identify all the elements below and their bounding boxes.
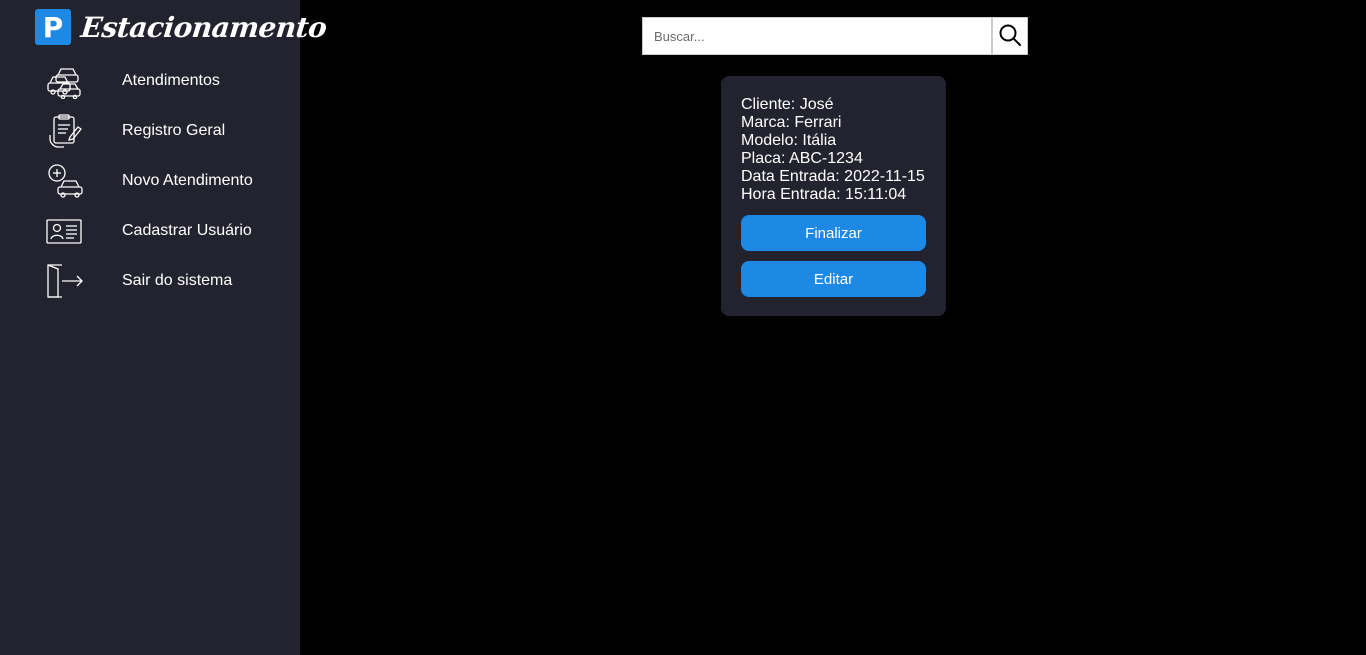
sidebar-item-label: Registro Geral: [122, 122, 226, 139]
search-input[interactable]: [642, 17, 992, 55]
sidebar-item-novo-atendimento[interactable]: Novo Atendimento: [0, 156, 300, 206]
search-bar: [642, 17, 1028, 55]
card-placa: Placa: ABC-1234: [741, 150, 863, 167]
id-card-icon: [44, 213, 84, 249]
sidebar-item-sair[interactable]: Sair do sistema: [0, 256, 300, 306]
card-data-entrada: Data Entrada: 2022-11-15: [741, 168, 925, 185]
sidebar-item-atendimentos[interactable]: Atendimentos: [0, 56, 300, 106]
sidebar-item-label: Cadastrar Usuário: [122, 222, 252, 239]
sidebar: P Estacionamento Atendimentos Registro G…: [0, 0, 328, 655]
exit-door-icon: [44, 263, 84, 299]
brand-name: Estacionamento: [79, 10, 329, 44]
card-hora-entrada: Hora Entrada: 15:11:04: [741, 186, 907, 203]
editar-button[interactable]: Editar: [741, 261, 926, 297]
sidebar-item-label: Atendimentos: [122, 72, 220, 89]
cars-icon: [44, 63, 84, 100]
sidebar-nav: Atendimentos Registro Geral Novo Atendim…: [0, 56, 300, 306]
finalizar-button[interactable]: Finalizar: [741, 215, 926, 251]
brand[interactable]: P Estacionamento: [35, 9, 329, 45]
card-cliente: Cliente: José: [741, 96, 834, 113]
sidebar-item-label: Sair do sistema: [122, 272, 233, 289]
card-modelo: Modelo: Itália: [741, 132, 837, 149]
parking-logo-icon: P: [35, 9, 71, 45]
sidebar-item-label: Novo Atendimento: [122, 172, 253, 189]
sidebar-item-cadastrar-usuario[interactable]: Cadastrar Usuário: [0, 206, 300, 256]
clipboard-edit-icon: [44, 113, 84, 149]
search-icon: [998, 23, 1022, 50]
card-marca: Marca: Ferrari: [741, 114, 842, 131]
atendimento-card: Cliente: José Marca: Ferrari Modelo: Itá…: [721, 76, 946, 316]
search-button[interactable]: [992, 17, 1028, 55]
add-car-icon: [44, 163, 84, 199]
sidebar-item-registro-geral[interactable]: Registro Geral: [0, 106, 300, 156]
